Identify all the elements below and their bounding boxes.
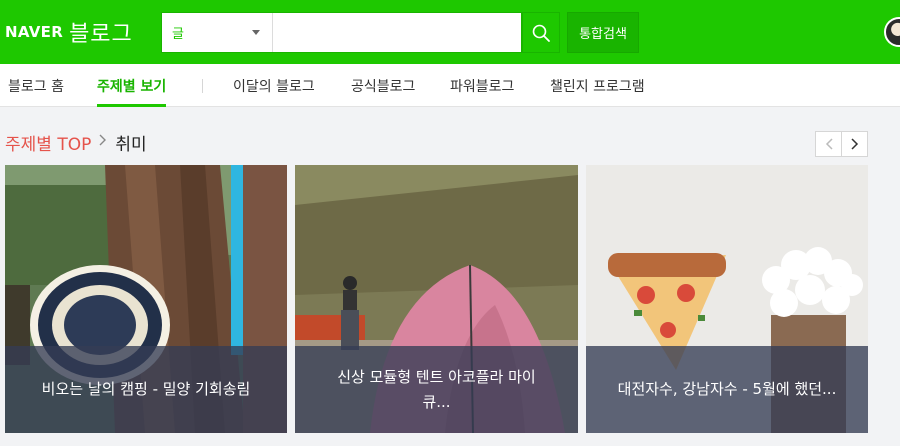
section-title: 주제별 TOP 취미 [5,130,147,155]
nav-label: 챌린지 프로그램 [550,78,645,95]
nav-official-blog[interactable]: 공식블로그 [351,64,415,107]
naver-blog-logo[interactable]: NAVER 블로그 [5,16,133,48]
topic-card-3[interactable]: 대전자수, 강남자수 - 5월에 했던... [586,165,868,433]
chevron-right-icon [851,138,858,150]
nav-blog-of-month[interactable]: 이달의 블로그 [233,64,315,107]
bottom-spacer [0,433,900,446]
chevron-right-icon [99,134,107,150]
logo-blog-text: 블로그 [69,22,133,47]
top-header: NAVER 블로그 글 통합검색 [0,0,900,64]
total-search-button[interactable]: 통합검색 [567,12,639,53]
carousel-pager [815,131,868,157]
search-box: 글 [161,12,522,53]
search-button[interactable] [522,12,560,53]
card-caption: 비오는 날의 캠핑 - 밀양 기회송림 [5,346,287,433]
caret-down-icon [252,30,260,35]
nav-label: 이달의 블로그 [233,78,315,95]
search-type-value: 글 [172,27,184,42]
prev-button[interactable] [816,132,841,156]
avatar[interactable] [884,17,900,47]
nav-divider [202,79,203,93]
active-tab-underline [97,104,167,107]
card-caption: 대전자수, 강남자수 - 5월에 했던... [586,346,868,433]
topic-card-2[interactable]: 신상 모듈형 텐트 아코플라 마이큐... [295,165,578,433]
topic-card-1[interactable]: 비오는 날의 캠핑 - 밀양 기회송림 [5,165,287,433]
nav-challenge-program[interactable]: 챌린지 프로그램 [550,64,645,107]
category-nav: 블로그 홈 주제별 보기 이달의 블로그 공식블로그 파워블로그 챌린지 프로그… [0,64,900,107]
nav-label: 파워블로그 [450,78,515,95]
chevron-left-icon [825,138,833,150]
card-caption: 신상 모듈형 텐트 아코플라 마이큐... [295,346,578,433]
search-type-select[interactable]: 글 [162,13,273,52]
search-input[interactable] [273,13,521,52]
next-button[interactable] [841,132,867,156]
logo-naver-text: NAVER [5,23,64,41]
nav-topic-view[interactable]: 주제별 보기 [97,64,167,107]
nav-label: 공식블로그 [351,78,416,95]
nav-label: 블로그 홈 [8,78,64,95]
search-icon [532,24,550,42]
category-label: 취미 [115,134,147,155]
nav-label: 주제별 보기 [97,78,167,95]
topic-top-link[interactable]: 주제별 TOP [5,130,91,155]
nav-power-blog[interactable]: 파워블로그 [450,64,514,107]
nav-blog-home[interactable]: 블로그 홈 [8,64,64,107]
